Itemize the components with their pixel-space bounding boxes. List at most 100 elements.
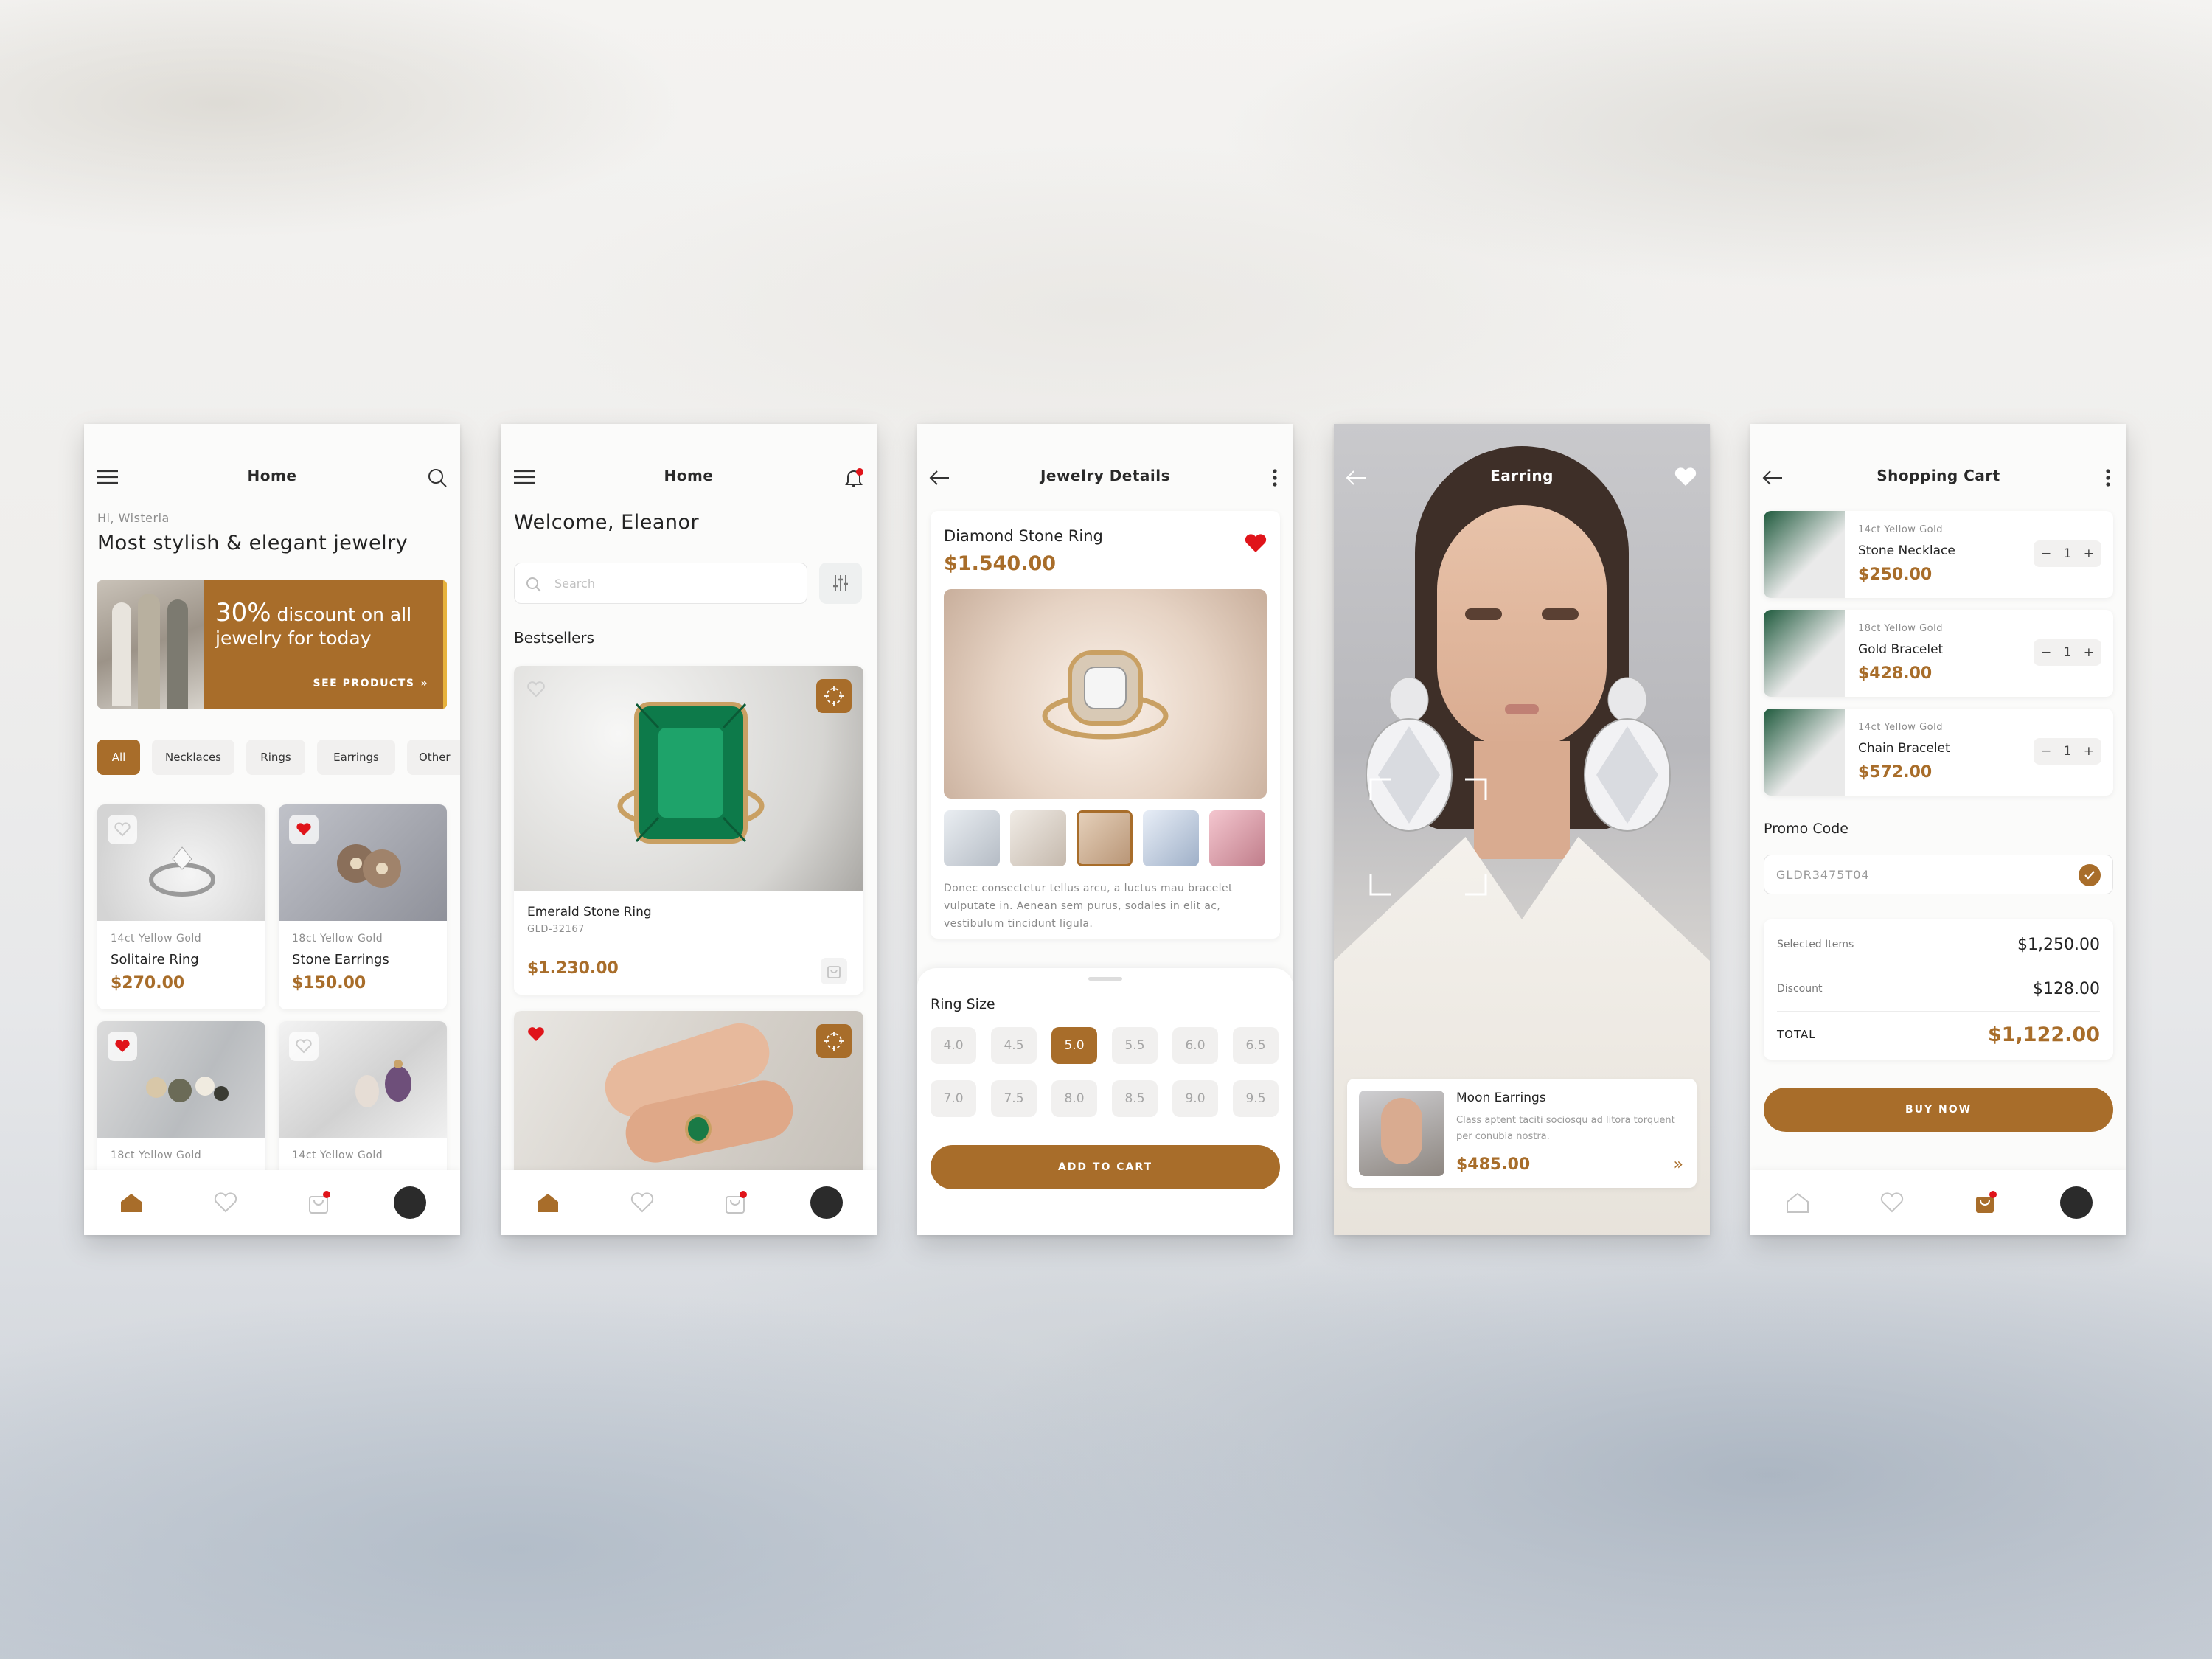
product-name: Moon Earrings — [1456, 1091, 1546, 1105]
product-preview-card[interactable]: Moon Earrings Class aptent taciti socios… — [1347, 1079, 1697, 1188]
buy-now-button[interactable]: BUY NOW — [1764, 1088, 2113, 1132]
heart-icon[interactable] — [521, 675, 551, 704]
minus-icon[interactable]: − — [2041, 546, 2051, 561]
cart-icon[interactable] — [302, 1186, 335, 1219]
size-option[interactable]: 7.0 — [931, 1080, 976, 1117]
heart-icon[interactable] — [626, 1186, 658, 1219]
size-option[interactable]: 7.5 — [991, 1080, 1037, 1117]
add-to-cart-button[interactable]: ADD TO CART — [931, 1145, 1280, 1189]
heart-icon[interactable] — [1245, 533, 1267, 557]
heart-icon[interactable] — [209, 1186, 242, 1219]
cart-icon[interactable] — [719, 1186, 751, 1219]
cart-icon[interactable] — [1969, 1186, 2001, 1219]
product-price: $150.00 — [292, 974, 366, 992]
quantity-stepper[interactable]: −1 + — [2034, 540, 2101, 567]
product-card[interactable]: 18ct Yellow Gold Stone Earrings $150.00 — [279, 804, 447, 1009]
quantity-stepper[interactable]: −1 + — [2034, 738, 2101, 765]
heart-icon[interactable] — [289, 815, 319, 844]
size-option[interactable]: 5.5 — [1112, 1027, 1158, 1064]
product-card[interactable]: 18ct Yellow Gold — [97, 1021, 265, 1183]
minus-icon[interactable]: − — [2041, 645, 2051, 660]
filter-button[interactable] — [819, 563, 862, 604]
thumbnail-5[interactable] — [1209, 810, 1265, 866]
heart-icon[interactable] — [1876, 1186, 1908, 1219]
ar-view-button[interactable] — [816, 1024, 852, 1058]
product-card[interactable]: 14ct Yellow Gold — [279, 1021, 447, 1183]
product-name: Stone Earrings — [292, 952, 389, 967]
size-option-selected[interactable]: 5.0 — [1051, 1027, 1097, 1064]
quantity-stepper[interactable]: −1 + — [2034, 639, 2101, 666]
heart-icon[interactable] — [1674, 467, 1697, 490]
search-input[interactable]: Search — [514, 563, 807, 604]
promo-code-input[interactable]: GLDR3475T04 — [1764, 855, 2113, 894]
size-option[interactable]: 6.5 — [1233, 1027, 1279, 1064]
profile-avatar[interactable] — [394, 1186, 426, 1219]
heart-icon[interactable] — [289, 1032, 319, 1061]
double-chevron-icon[interactable]: » — [1674, 1155, 1683, 1174]
heart-icon[interactable] — [108, 815, 137, 844]
size-option[interactable]: 9.5 — [1233, 1080, 1279, 1117]
item-name: Stone Necklace — [1858, 543, 1955, 558]
divider — [1777, 1011, 2100, 1012]
minus-icon[interactable]: − — [2041, 744, 2051, 759]
size-option[interactable]: 9.0 — [1172, 1080, 1218, 1117]
greeting: Hi, Wisteria — [97, 511, 170, 525]
item-price: $428.00 — [1858, 664, 1933, 683]
plus-icon[interactable]: + — [2084, 744, 2094, 759]
bestseller-card[interactable]: Emerald Stone Ring GLD-32167 $1.230.00 — [514, 666, 863, 995]
discount-label: Discount — [1777, 983, 1823, 995]
size-option[interactable]: 8.0 — [1051, 1080, 1097, 1117]
plus-icon[interactable]: + — [2084, 546, 2094, 561]
plus-icon[interactable]: + — [2084, 645, 2094, 660]
heart-icon[interactable] — [521, 1020, 551, 1049]
search-icon[interactable] — [425, 465, 450, 490]
scan-frame-icon — [1369, 778, 1487, 896]
bestseller-card[interactable] — [514, 1011, 863, 1195]
thumbnail-1[interactable] — [944, 810, 1000, 866]
product-meta: 14ct Yellow Gold — [292, 1150, 383, 1161]
category-rings[interactable]: Rings — [246, 740, 305, 775]
profile-avatar[interactable] — [810, 1186, 843, 1219]
ar-view-button[interactable] — [816, 679, 852, 713]
thumbnail-4[interactable] — [1143, 810, 1199, 866]
size-option[interactable]: 8.5 — [1112, 1080, 1158, 1117]
category-all[interactable]: All — [97, 740, 140, 775]
cart-item[interactable]: 18ct Yellow Gold Gold Bracelet $428.00 −… — [1764, 610, 2113, 697]
category-necklaces[interactable]: Necklaces — [152, 740, 234, 775]
double-chevron-icon: » — [420, 678, 428, 689]
more-vertical-icon[interactable] — [2097, 465, 2119, 490]
home-icon[interactable] — [115, 1186, 147, 1219]
size-option[interactable]: 6.0 — [1172, 1027, 1218, 1064]
thumbnail-3-selected[interactable] — [1077, 810, 1133, 866]
product-meta: 18ct Yellow Gold — [292, 933, 383, 945]
add-to-cart-button[interactable] — [821, 958, 847, 984]
category-earrings[interactable]: Earrings — [317, 740, 395, 775]
home-icon[interactable] — [1781, 1186, 1814, 1219]
product-description: Donec consectetur tellus arcu, a luctus … — [944, 883, 1233, 930]
product-price: $485.00 — [1456, 1155, 1531, 1174]
profile-avatar[interactable] — [2060, 1186, 2093, 1219]
product-price: $1.230.00 — [527, 959, 619, 978]
cart-item[interactable]: 14ct Yellow Gold Chain Bracelet $572.00 … — [1764, 709, 2113, 796]
size-option[interactable]: 4.0 — [931, 1027, 976, 1064]
promo-code-value: GLDR3475T04 — [1776, 868, 1870, 882]
promo-banner[interactable]: 30% discount on all jewelry for today SE… — [97, 580, 447, 709]
banner-text-1: discount on all — [276, 604, 412, 625]
cart-item[interactable]: 14ct Yellow Gold Stone Necklace $250.00 … — [1764, 511, 2113, 598]
total-label: TOTAL — [1777, 1028, 1816, 1041]
thumbnail-2[interactable] — [1010, 810, 1066, 866]
more-vertical-icon[interactable] — [1264, 465, 1286, 490]
heart-icon[interactable] — [108, 1032, 137, 1061]
search-icon — [526, 577, 541, 592]
home-icon[interactable] — [532, 1186, 564, 1219]
check-icon[interactable] — [2079, 864, 2101, 886]
headline: Most stylish & elegant jewelry — [97, 532, 408, 554]
sheet-handle[interactable] — [1088, 977, 1122, 981]
notification-bell-icon[interactable] — [841, 465, 866, 490]
size-option[interactable]: 4.5 — [991, 1027, 1037, 1064]
category-other[interactable]: Other — [407, 740, 460, 775]
section-title: Bestsellers — [514, 629, 595, 647]
see-products-link[interactable]: SEE PRODUCTS » — [313, 678, 428, 689]
product-card[interactable]: 14ct Yellow Gold Solitaire Ring $270.00 — [97, 804, 265, 1009]
see-products-label: SEE PRODUCTS — [313, 678, 415, 689]
